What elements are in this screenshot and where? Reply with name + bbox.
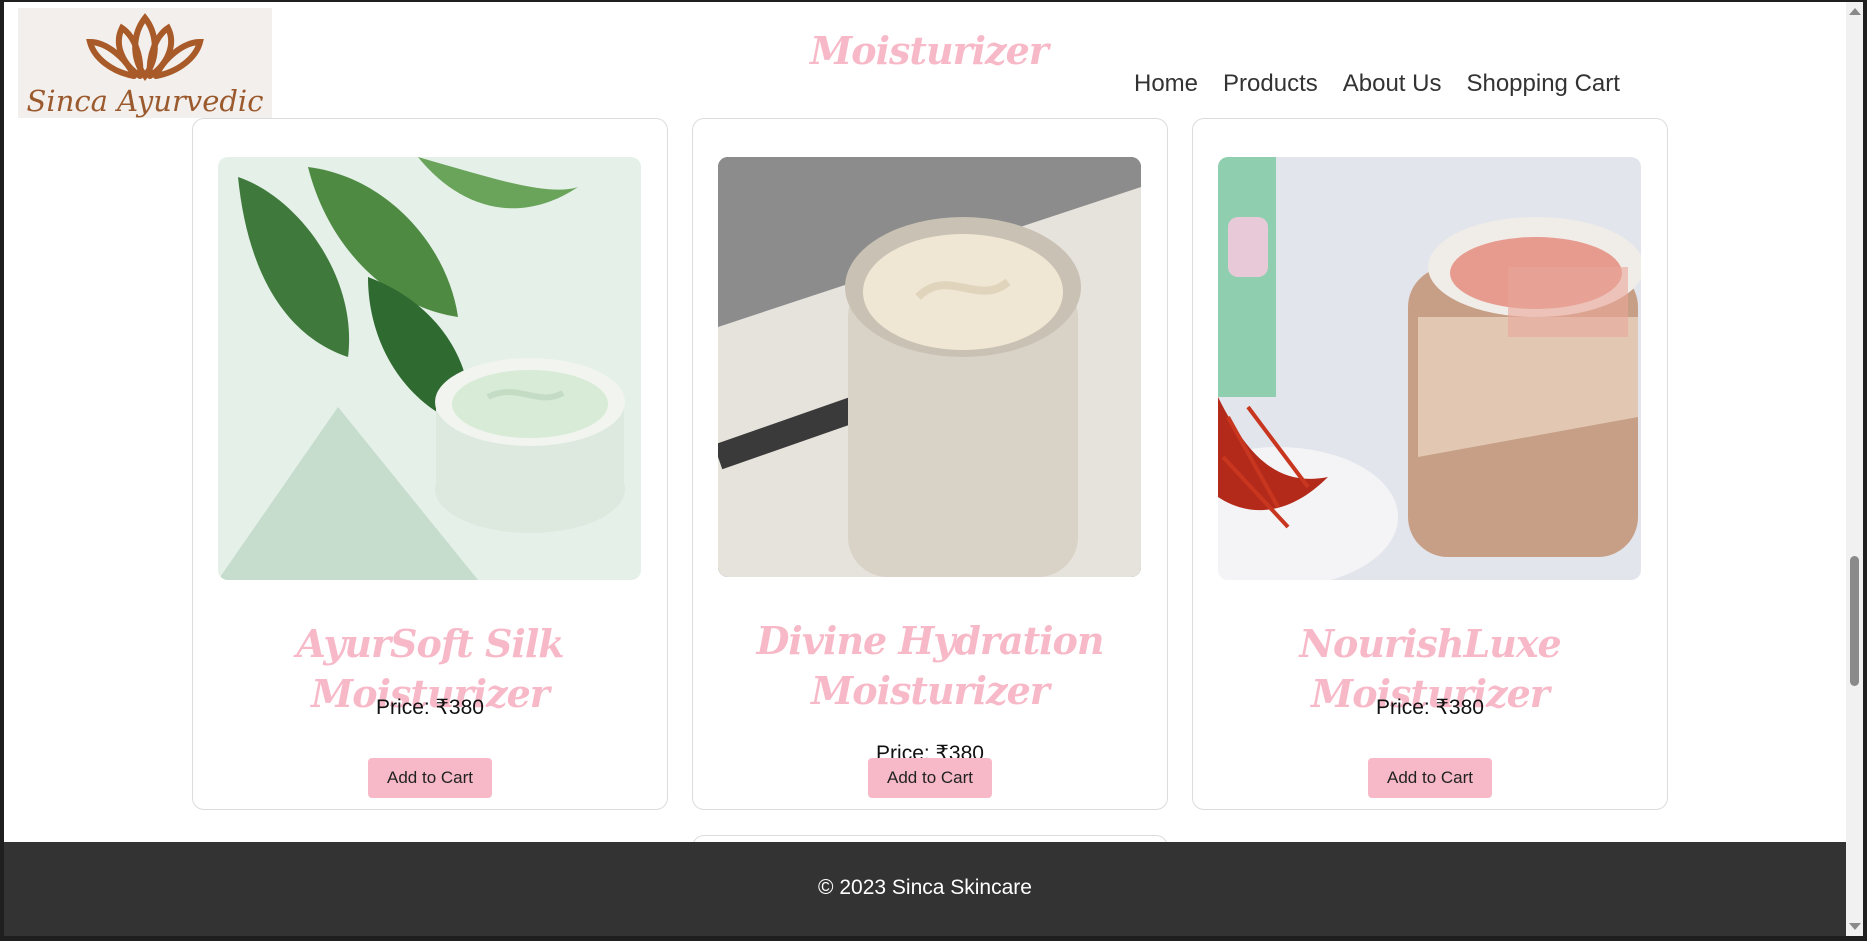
nav-link-shopping-cart[interactable]: Shopping Cart bbox=[1466, 70, 1619, 98]
product-card: Divine Hydration Moisturizer Price: ₹380… bbox=[692, 118, 1168, 810]
scroll-down-arrow-icon[interactable] bbox=[1849, 923, 1861, 930]
scroll-up-arrow-icon[interactable] bbox=[1849, 8, 1861, 15]
product-card: NourishLuxe Moisturizer Price: ₹380 Add … bbox=[1192, 118, 1668, 810]
add-to-cart-button[interactable]: Add to Cart bbox=[368, 758, 492, 798]
footer-copyright: © 2023 Sinca Skincare bbox=[818, 876, 1032, 899]
nav-link-products[interactable]: Products bbox=[1223, 70, 1318, 98]
scrollbar-thumb[interactable] bbox=[1850, 556, 1859, 686]
product-price: Price: ₹380 bbox=[1376, 696, 1484, 719]
product-image bbox=[218, 157, 641, 580]
page-viewport: Sinca Ayurvedic Moisturizer Home Product… bbox=[4, 2, 1846, 936]
brand-logo[interactable]: Sinca Ayurvedic bbox=[18, 8, 272, 118]
lotus-icon bbox=[86, 13, 204, 82]
add-to-cart-button[interactable]: Add to Cart bbox=[1368, 758, 1492, 798]
main-nav: Home Products About Us Shopping Cart bbox=[1134, 70, 1620, 98]
logo-text: Sinca Ayurvedic bbox=[26, 84, 264, 118]
page-scrollbar[interactable] bbox=[1846, 2, 1863, 936]
product-image bbox=[1218, 157, 1641, 580]
product-card: AyurSoft Silk Moisturizer Price: ₹380 Ad… bbox=[192, 118, 668, 810]
add-to-cart-button[interactable]: Add to Cart bbox=[868, 758, 992, 798]
product-price: Price: ₹380 bbox=[376, 696, 484, 719]
product-name: Divine Hydration Moisturizer bbox=[756, 618, 1104, 713]
product-image bbox=[718, 157, 1141, 577]
page-title: Moisturizer bbox=[810, 28, 1049, 73]
nav-link-about-us[interactable]: About Us bbox=[1343, 70, 1442, 98]
site-footer: © 2023 Sinca Skincare bbox=[4, 842, 1846, 936]
nav-link-home[interactable]: Home bbox=[1134, 70, 1198, 98]
